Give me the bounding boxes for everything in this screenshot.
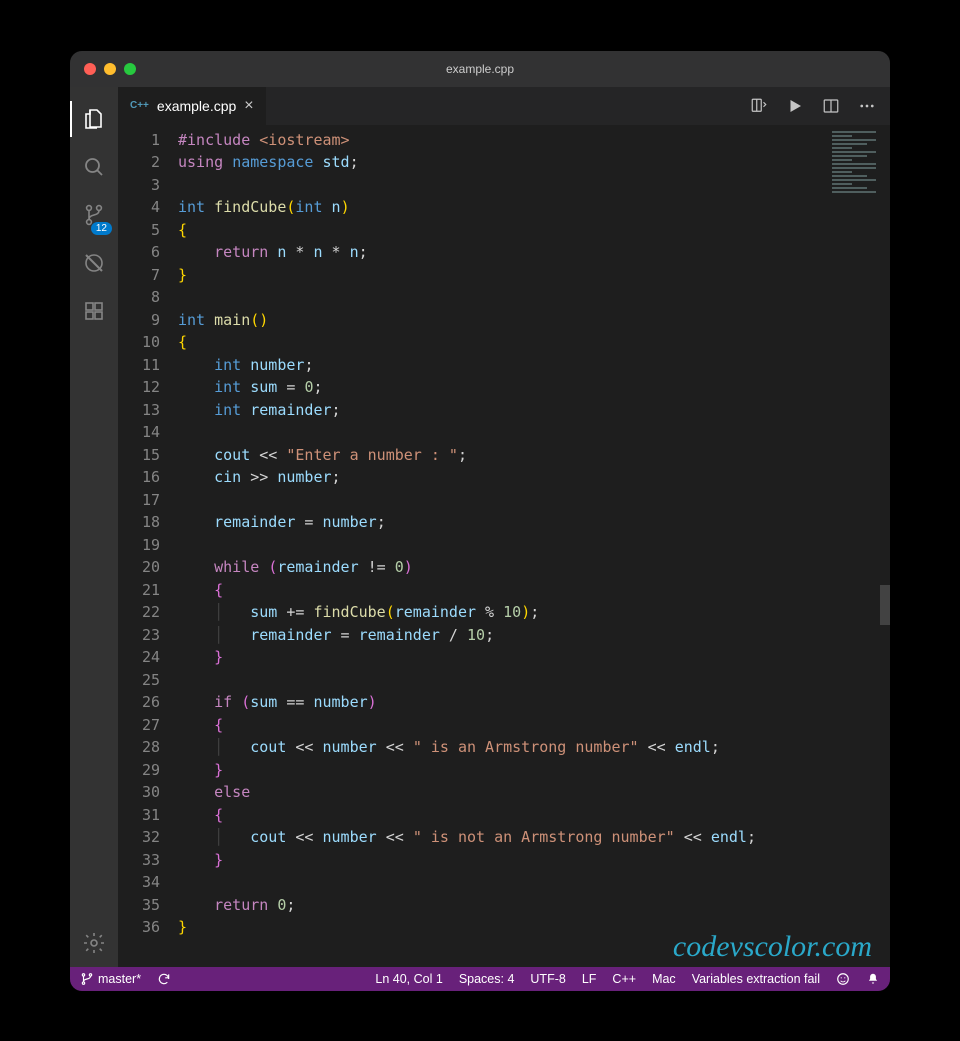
gear-icon [82,931,106,955]
eol-status[interactable]: LF [582,972,597,986]
close-tab-icon[interactable]: × [244,97,253,115]
search-icon [82,155,106,179]
tab-label: example.cpp [157,98,236,114]
indentation-status[interactable]: Spaces: 4 [459,972,515,986]
scrollbar-thumb[interactable] [880,585,890,625]
code-content[interactable]: #include <iostream>using namespace std;i… [178,125,890,967]
feedback-button[interactable] [836,972,850,986]
editor-group: C++ example.cpp × [118,87,890,967]
status-bar: master* Ln 40, Col 1 Spaces: 4 UTF-8 LF … [70,967,890,991]
search-tab[interactable] [70,143,118,191]
cpp-file-icon: C++ [130,100,149,111]
encoding-status[interactable]: UTF-8 [530,972,565,986]
play-icon [786,97,804,115]
maximize-window-button[interactable] [124,63,136,75]
sync-button[interactable] [157,972,171,986]
scm-badge: 12 [91,222,112,235]
extensions-icon [82,299,106,323]
run-debug-tab[interactable] [70,239,118,287]
split-editor-button[interactable] [822,97,840,115]
smile-icon [836,972,850,986]
editor-tabs: C++ example.cpp × [118,87,890,125]
ellipsis-icon [858,97,876,115]
warning-status[interactable]: Variables extraction fail [692,972,820,986]
bell-icon [866,972,880,986]
split-icon [822,97,840,115]
branch-icon [80,972,94,986]
source-control-tab[interactable]: 12 [70,191,118,239]
window-controls [84,63,136,75]
line-numbers: 1234567891011121314151617181920212223242… [118,125,178,967]
close-window-button[interactable] [84,63,96,75]
window-title: example.cpp [70,62,890,76]
debug-icon [82,251,106,275]
more-actions-button[interactable] [858,97,876,115]
minimap[interactable] [828,129,886,219]
minimize-window-button[interactable] [104,63,116,75]
main-area: 12 C++ example.cpp × [70,87,890,967]
sync-icon [157,972,171,986]
settings-button[interactable] [70,919,118,967]
run-button[interactable] [786,97,804,115]
compare-changes-button[interactable] [750,97,768,115]
text-editor[interactable]: 1234567891011121314151617181920212223242… [118,125,890,967]
explorer-tab[interactable] [70,95,118,143]
files-icon [82,107,106,131]
extensions-tab[interactable] [70,287,118,335]
os-status[interactable]: Mac [652,972,676,986]
cursor-position[interactable]: Ln 40, Col 1 [375,972,442,986]
language-mode[interactable]: C++ [612,972,636,986]
editor-actions [750,87,890,125]
tab-example-cpp[interactable]: C++ example.cpp × [118,87,267,125]
diff-icon [750,97,768,115]
titlebar: example.cpp [70,51,890,87]
git-branch-status[interactable]: master* [80,972,141,986]
activity-bar: 12 [70,87,118,967]
vscode-window: example.cpp 12 [70,51,890,991]
notifications-button[interactable] [866,972,880,986]
